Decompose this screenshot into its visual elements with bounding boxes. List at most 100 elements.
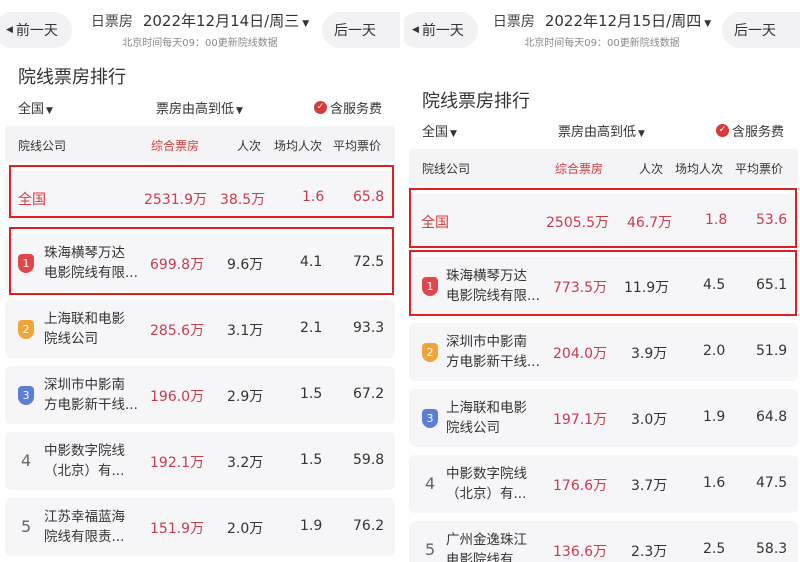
col-people[interactable]: 人次 <box>639 160 663 177</box>
caret-down-icon: ▼ <box>638 129 645 139</box>
company-name-line2: 方电影新干线... <box>44 397 138 413</box>
company-name-line1: 珠海横琴万达 <box>446 268 527 284</box>
col-box-office[interactable]: 综合票房 <box>151 137 199 154</box>
avg-people: 4.1 <box>300 254 323 270</box>
box-office: 136.6万 <box>553 544 608 560</box>
avg-price: 72.5 <box>353 254 385 270</box>
date-nav-bar: ◀ 前一天 日票房 2022年12月14日/周三 ▼ 北京时间每天09：00更新院线… <box>0 0 400 58</box>
rank-number: 4 <box>21 451 32 470</box>
table-row[interactable]: 5 广州金逸珠江 电影院线有... 136.6万 2.3万 2.5 58.3 <box>409 521 798 562</box>
company-name-line2: 电影院线有限... <box>44 265 138 281</box>
sort-filter-label: 票房由高到低 <box>558 125 637 140</box>
col-people[interactable]: 人次 <box>237 137 261 154</box>
box-office: 285.6万 <box>150 323 205 339</box>
company-name-line2: 方电影新干线... <box>446 354 540 370</box>
panel-dec-14: ◀ 前一天 日票房 2022年12月14日/周三 ▼ 北京时间每天09：00更新院线… <box>0 0 400 562</box>
company-name-line1: 中影数字院线 <box>446 466 527 482</box>
sort-filter[interactable]: 票房由高到低 ▼ <box>156 98 243 117</box>
company-name-line2: （北京）有... <box>44 463 125 479</box>
box-office: 176.6万 <box>553 478 608 494</box>
total-avg-price: 65.8 <box>353 189 385 205</box>
table-row[interactable]: 1 珠海横琴万达 电影院线有限... 699.8万 9.6万 4.1 72.5 <box>5 234 395 292</box>
total-row[interactable]: 全国 2531.9万 38.5万 1.6 65.8 <box>5 171 395 225</box>
avg-price: 47.5 <box>756 475 788 491</box>
col-avg-people[interactable]: 场均人次 <box>274 137 322 154</box>
rank-badge: 3 <box>422 409 438 428</box>
region-filter[interactable]: 全国 ▼ <box>422 121 457 140</box>
table-row[interactable]: 4 中影数字院线 （北京）有... 176.6万 3.7万 1.6 47.5 <box>409 455 798 513</box>
service-fee-label: 含服务费 <box>732 125 785 140</box>
people: 2.3万 <box>631 544 668 560</box>
table-row[interactable]: 3 上海联和电影 院线公司 197.1万 3.0万 1.9 64.8 <box>409 389 798 447</box>
company-name-line1: 深圳市中影南 <box>44 377 125 393</box>
table-header: 院线公司 综合票房 人次 场均人次 平均票价 <box>409 149 798 185</box>
section-title: 院线票房排行 <box>422 91 530 112</box>
caret-down-icon: ▼ <box>450 129 457 139</box>
company-name-line1: 深圳市中影南 <box>446 334 527 350</box>
date-text: 2022年12月15日/周四 <box>544 12 702 30</box>
company-name-line1: 上海联和电影 <box>44 311 125 327</box>
people: 3.0万 <box>631 412 668 428</box>
dropdown-icon: ▼ <box>302 19 310 29</box>
col-box-office[interactable]: 综合票房 <box>555 160 603 177</box>
col-avg-price[interactable]: 平均票价 <box>333 137 381 154</box>
sort-filter[interactable]: 票房由高到低 ▼ <box>558 121 645 140</box>
table-row[interactable]: 2 上海联和电影 院线公司 285.6万 3.1万 2.1 93.3 <box>5 300 395 358</box>
total-name: 全国 <box>421 215 449 231</box>
avg-people: 2.1 <box>300 320 323 336</box>
avg-people: 2.5 <box>703 541 726 557</box>
service-fee-toggle[interactable]: ✓ 含服务费 <box>716 121 784 140</box>
col-avg-people[interactable]: 场均人次 <box>675 160 723 177</box>
rank-badge: 2 <box>422 343 438 362</box>
section-title: 院线票房排行 <box>18 67 126 88</box>
col-company: 院线公司 <box>18 139 67 153</box>
avg-people: 2.0 <box>703 343 726 359</box>
company-name-line1: 江苏幸福蓝海 <box>44 509 125 525</box>
col-avg-price[interactable]: 平均票价 <box>735 160 783 177</box>
col-company: 院线公司 <box>422 162 471 176</box>
date-text: 2022年12月14日/周三 <box>142 12 300 30</box>
avg-people: 1.6 <box>703 475 726 491</box>
people: 2.0万 <box>227 521 264 537</box>
rank-badge: 3 <box>18 386 34 405</box>
people: 3.1万 <box>227 323 264 339</box>
caret-down-icon: ▼ <box>236 106 243 116</box>
rank-number: 5 <box>21 517 32 536</box>
ranking-table: 院线公司 综合票房 人次 场均人次 平均票价 全国 2531.9万 38.5万 … <box>5 126 395 556</box>
company-name-line1: 广州金逸珠江 <box>446 532 527 548</box>
table-row[interactable]: 3 深圳市中影南 方电影新干线... 196.0万 2.9万 1.5 67.2 <box>5 366 395 424</box>
box-office: 192.1万 <box>150 455 205 471</box>
people: 9.6万 <box>227 257 264 273</box>
people: 3.2万 <box>227 455 264 471</box>
company-name-line2: 院线公司 <box>44 331 98 347</box>
region-filter[interactable]: 全国 ▼ <box>18 98 53 117</box>
table-row[interactable]: 5 江苏幸福蓝海 院线有限责... 151.9万 2.0万 1.9 76.2 <box>5 498 395 556</box>
region-filter-label: 全国 <box>422 125 449 140</box>
company-name-line2: 电影院线有限... <box>446 288 540 304</box>
people: 2.9万 <box>227 389 264 405</box>
avg-people: 4.5 <box>703 277 726 293</box>
box-office: 773.5万 <box>553 280 608 296</box>
avg-people: 1.9 <box>300 518 323 534</box>
table-row[interactable]: 4 中影数字院线 （北京）有... 192.1万 3.2万 1.5 59.8 <box>5 432 395 490</box>
rank-badge: 2 <box>18 320 34 339</box>
avg-people: 1.5 <box>300 386 323 402</box>
caret-down-icon: ▼ <box>46 106 53 116</box>
next-day-button[interactable]: 后一天 <box>322 12 400 48</box>
table-row[interactable]: 2 深圳市中影南 方电影新干线... 204.0万 3.9万 2.0 51.9 <box>409 323 798 381</box>
rank-number: 5 <box>425 540 436 559</box>
company-name-line2: 院线有限责... <box>44 529 125 545</box>
check-icon: ✓ <box>716 124 729 137</box>
total-row[interactable]: 全国 2505.5万 46.7万 1.8 53.6 <box>409 194 798 248</box>
box-office: 204.0万 <box>553 346 608 362</box>
company-name-line1: 中影数字院线 <box>44 443 125 459</box>
table-row[interactable]: 1 珠海横琴万达 电影院线有限... 773.5万 11.9万 4.5 65.1 <box>409 257 798 315</box>
avg-price: 65.1 <box>756 277 788 293</box>
total-avg-price: 53.6 <box>756 212 788 228</box>
service-fee-toggle[interactable]: ✓ 含服务费 <box>314 98 382 117</box>
total-box: 2531.9万 <box>144 192 207 208</box>
next-day-button[interactable]: 后一天 <box>722 12 800 48</box>
filter-bar: 全国 ▼ 票房由高到低 ▼ ✓ 含服务费 <box>0 98 400 120</box>
ticket-type-label: 日票房 <box>492 14 535 30</box>
avg-price: 67.2 <box>353 386 385 402</box>
